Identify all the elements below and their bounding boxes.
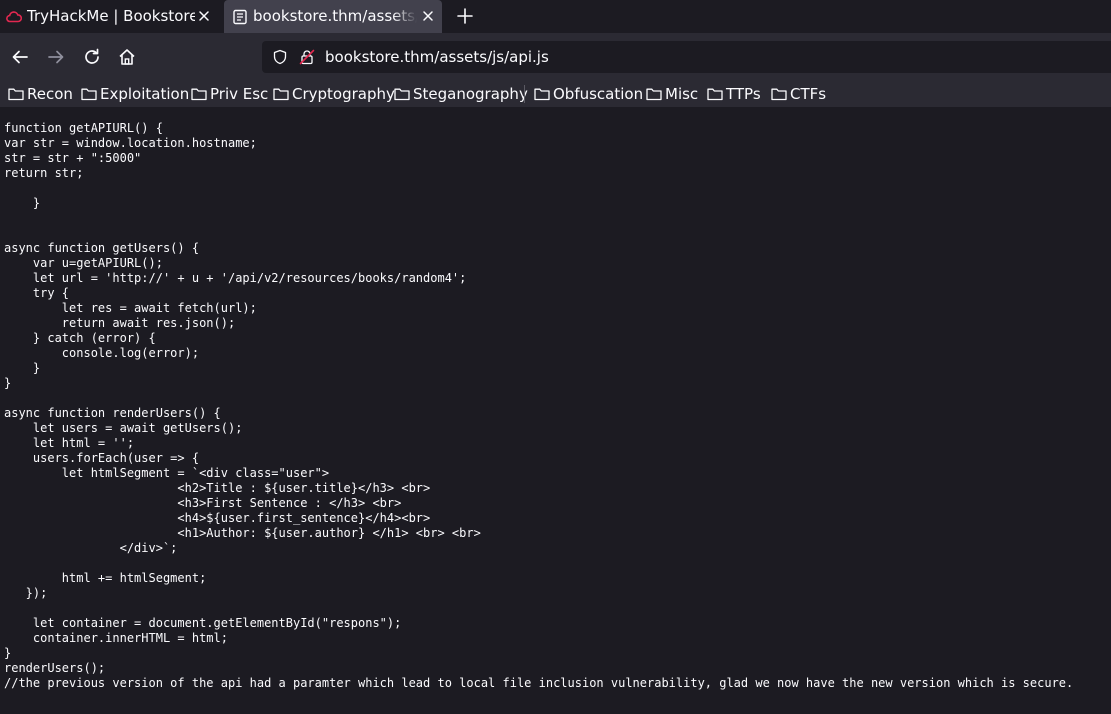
tryhackme-cloud-icon [6, 11, 22, 23]
bookmark-label: Exploitation [100, 85, 190, 103]
folder-icon [707, 88, 723, 101]
bookmark-folder-obfuscation[interactable]: Obfuscation [534, 84, 643, 104]
folder-icon [646, 88, 662, 101]
folder-icon [273, 88, 289, 101]
bookmark-folder-recon[interactable]: Recon [8, 84, 73, 104]
folder-icon [534, 88, 550, 101]
home-icon[interactable] [117, 47, 137, 67]
close-tab-icon[interactable] [421, 9, 435, 23]
back-arrow-icon[interactable] [10, 47, 30, 67]
bookmark-folder-ctfs[interactable]: CTFs [771, 84, 826, 104]
bookmarks-toolbar: Recon Exploitation Priv Esc Cryptography… [0, 80, 1111, 107]
tab-title: TryHackMe | Bookstore [27, 7, 195, 25]
bookmark-folder-priv-esc[interactable]: Priv Esc [191, 84, 268, 104]
address-bar[interactable]: bookstore.thm/assets/js/api.js [262, 41, 1111, 73]
bookmarks-separator [524, 85, 525, 103]
folder-icon [394, 88, 410, 101]
tracking-protection-shield-icon[interactable] [272, 49, 288, 65]
bookmark-label: Steganography [413, 85, 528, 103]
folder-icon [81, 88, 97, 101]
bookmark-label: Cryptography [292, 85, 395, 103]
bookmark-folder-cryptography[interactable]: Cryptography [273, 84, 395, 104]
bookmark-label: TTPs [726, 85, 761, 103]
tab-api-js[interactable]: bookstore.thm/assets/js/api.js [224, 0, 442, 33]
javascript-source-code: function getAPIURL() { var str = window.… [4, 121, 1074, 690]
bookmark-label: Priv Esc [210, 85, 269, 103]
page-content: function getAPIURL() { var str = window.… [0, 107, 1111, 714]
bookmark-folder-misc[interactable]: Misc [646, 84, 698, 104]
tab-title: bookstore.thm/assets/js/api.js [253, 7, 417, 25]
folder-icon [771, 88, 787, 101]
bookmark-folder-ttps[interactable]: TTPs [707, 84, 761, 104]
tab-tryhackme-bookstore[interactable]: TryHackMe | Bookstore [0, 0, 221, 33]
reload-icon[interactable] [82, 47, 102, 67]
url-text[interactable]: bookstore.thm/assets/js/api.js [325, 48, 549, 66]
bookmark-label: Misc [665, 85, 699, 103]
insecure-lock-icon[interactable] [299, 49, 315, 65]
forward-arrow-icon[interactable] [46, 47, 66, 67]
bookmark-label: Obfuscation [553, 85, 644, 103]
folder-icon [8, 88, 24, 101]
bookmark-folder-exploitation[interactable]: Exploitation [81, 84, 189, 104]
document-icon [233, 9, 247, 25]
tab-strip: TryHackMe | Bookstore bookstore.thm/asse… [0, 0, 1111, 33]
folder-icon [191, 88, 207, 101]
bookmark-folder-steganography[interactable]: Steganography [394, 84, 528, 104]
new-tab-plus-icon[interactable] [456, 7, 474, 25]
bookmark-label: CTFs [790, 85, 827, 103]
close-tab-icon[interactable] [197, 9, 211, 23]
bookmark-label: Recon [27, 85, 73, 103]
